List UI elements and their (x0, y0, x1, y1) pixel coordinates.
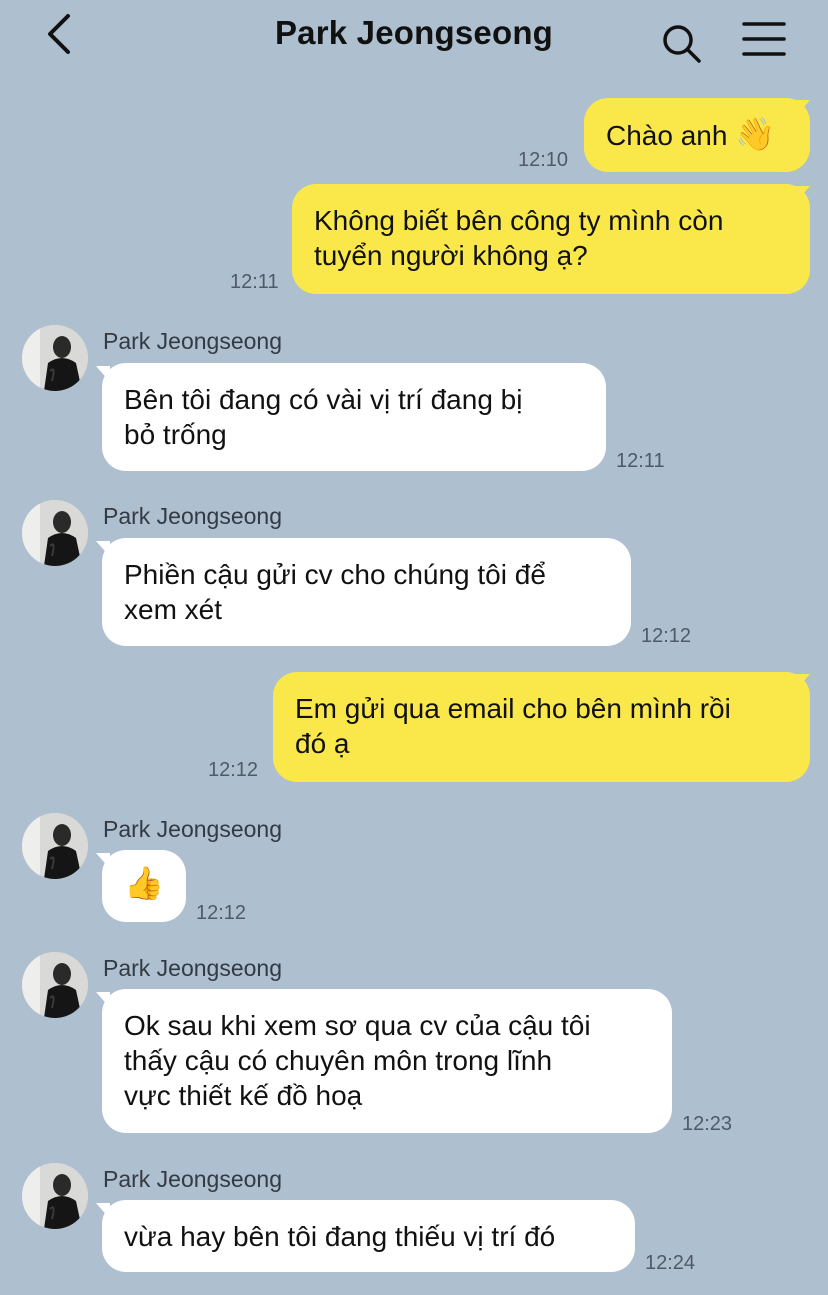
message-bubble[interactable]: vừa hay bên tôi đang thiếu vị trí đó (102, 1200, 635, 1272)
message-text-line: đó ạ (295, 728, 350, 759)
avatar[interactable] (22, 952, 88, 1018)
message-bubble[interactable]: Em gửi qua email cho bên mình rồi đó ạ (273, 672, 810, 782)
message-time: 12:24 (645, 1252, 696, 1274)
profile-photo-image (22, 1163, 88, 1229)
message-text-line: thấy cậu có chuyên môn trong lĩnh (124, 1045, 553, 1076)
hamburger-menu-icon (742, 22, 786, 56)
profile-photo-image (22, 325, 88, 391)
message-bubble[interactable]: Không biết bên công ty mình còn tuyển ng… (292, 184, 810, 294)
message-time: 12:12 (196, 902, 247, 924)
sender-name: Park Jeongseong (103, 1166, 283, 1192)
avatar[interactable] (22, 813, 88, 879)
avatar[interactable] (22, 325, 88, 391)
message-time: 12:11 (616, 450, 665, 472)
message-bubble[interactable]: Chào anh 👋 (584, 98, 810, 172)
menu-button[interactable] (740, 18, 788, 62)
message-text-line: Ok sau khi xem sơ qua cv của cậu tôi (124, 1010, 591, 1041)
search-icon (663, 25, 701, 63)
message-text-line: Không biết bên công ty mình còn (314, 205, 724, 236)
waving-hand-emoji: 👋 (735, 116, 776, 152)
message-text-line: Bên tôi đang có vài vị trí đang bị (124, 384, 523, 415)
search-button[interactable] (660, 22, 704, 66)
message-text-line: vực thiết kế đồ hoạ (124, 1080, 363, 1111)
message-time: 12:10 (518, 149, 569, 171)
message-text-line: tuyển người không ạ? (314, 240, 588, 271)
avatar[interactable] (22, 500, 88, 566)
message-bubble[interactable]: Ok sau khi xem sơ qua cv của cậu tôi thấ… (102, 989, 672, 1133)
message-text-line: Phiền cậu gửi cv cho chúng tôi để (124, 559, 546, 590)
message-time: 12:11 (230, 271, 279, 293)
message-text: Chào anh (606, 120, 728, 151)
message-bubble[interactable]: Phiền cậu gửi cv cho chúng tôi để xem xé… (102, 538, 631, 646)
chat-screen: Park Jeongseong Chào anh 👋 12:10 Không b… (0, 0, 828, 1295)
sender-name: Park Jeongseong (103, 328, 283, 354)
profile-photo-image (22, 952, 88, 1018)
message-bubble[interactable]: Bên tôi đang có vài vị trí đang bị bỏ tr… (102, 363, 606, 471)
sender-name: Park Jeongseong (103, 816, 283, 842)
profile-photo-image (22, 500, 88, 566)
sender-name: Park Jeongseong (103, 503, 283, 529)
message-time: 12:23 (682, 1113, 733, 1135)
profile-photo-image (22, 813, 88, 879)
message-bubble[interactable]: 👍 (102, 850, 186, 922)
message-text-line: Em gửi qua email cho bên mình rồi (295, 693, 731, 724)
chat-header: Park Jeongseong (0, 0, 828, 80)
message-time: 12:12 (208, 759, 259, 781)
avatar[interactable] (22, 1163, 88, 1229)
thumbs-up-emoji: 👍 (124, 865, 164, 901)
message-text-line: vừa hay bên tôi đang thiếu vị trí đó (124, 1221, 556, 1252)
message-text-line: xem xét (124, 594, 223, 625)
message-time: 12:12 (641, 625, 692, 647)
sender-name: Park Jeongseong (103, 955, 283, 981)
message-text-line: bỏ trống (124, 419, 227, 450)
